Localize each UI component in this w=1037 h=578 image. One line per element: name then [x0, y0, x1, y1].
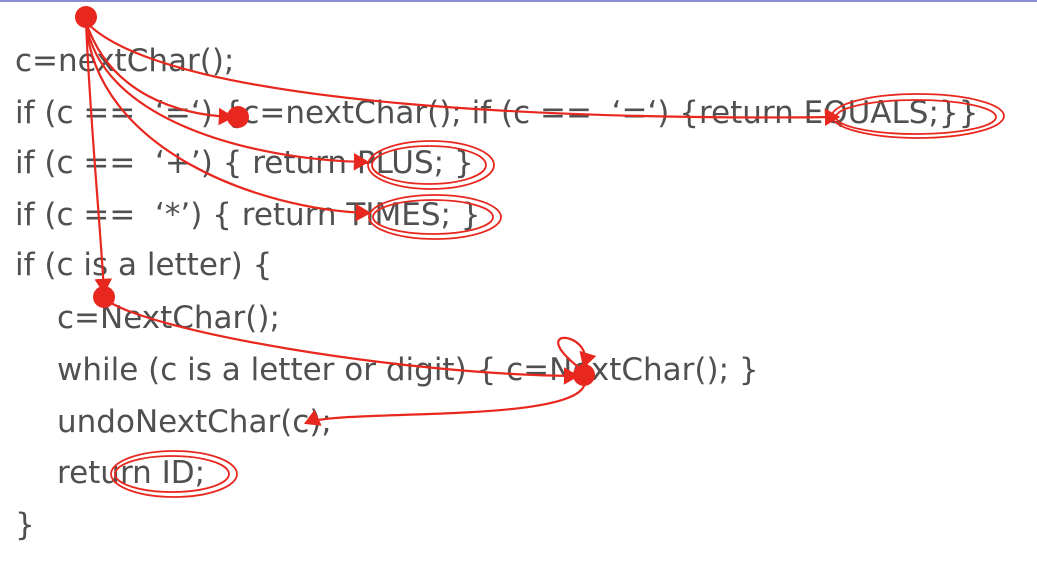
accept-state-times-outer	[368, 194, 502, 240]
accept-state-plus-outer	[367, 140, 495, 190]
state-letter-dot	[93, 286, 115, 308]
state-diagram-overlay	[75, 6, 1005, 498]
accept-state-id-inner	[114, 455, 230, 493]
accept-state-equals-inner	[835, 99, 997, 135]
accept-state-plus-inner	[371, 145, 487, 185]
state-start-dot	[75, 6, 97, 28]
accept-state-id-outer	[110, 450, 238, 498]
transition-start-to-plus	[84, 21, 370, 171]
state-equals-dot	[227, 106, 249, 128]
transition-equals-to-double-equals	[85, 21, 841, 126]
accept-state-times-inner	[372, 199, 494, 235]
state-loop-dot	[573, 364, 595, 386]
transition-start-to-equals	[84, 21, 235, 126]
transition-letter-to-loop	[103, 297, 580, 385]
transition-loop-to-id	[303, 379, 587, 426]
